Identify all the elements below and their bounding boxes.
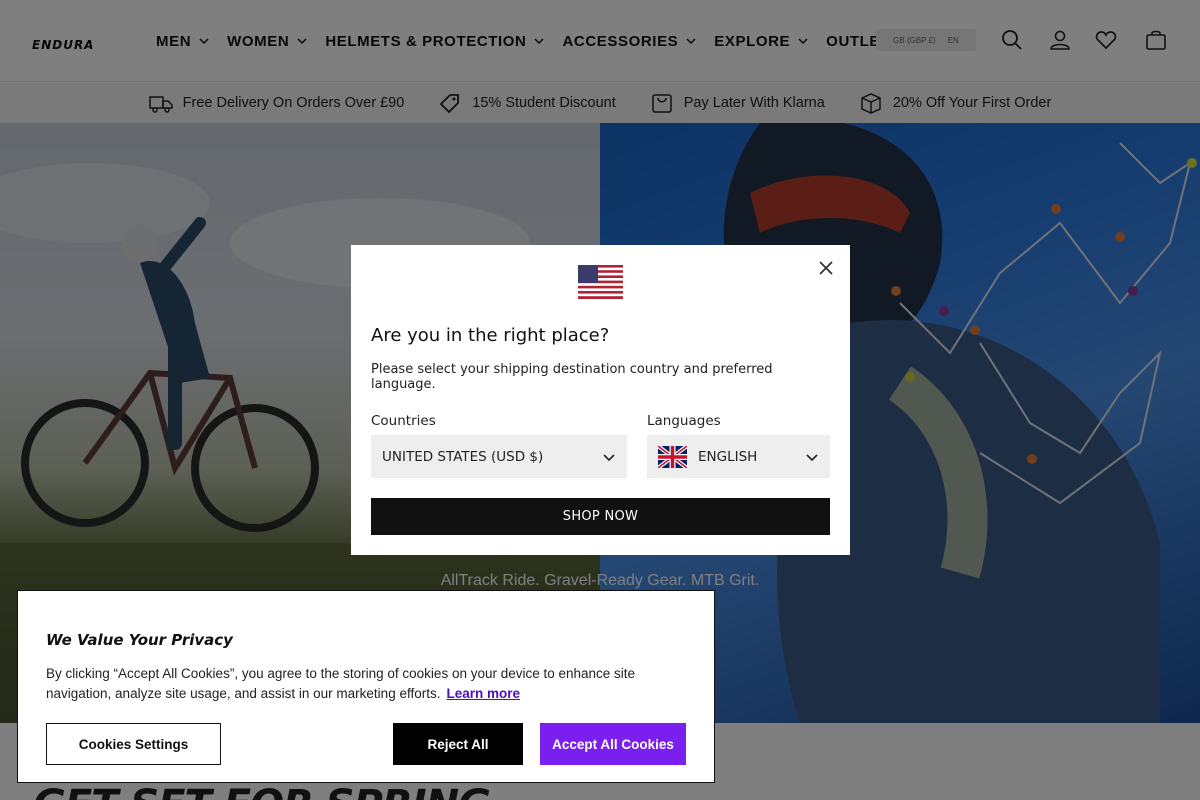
shop-now-button[interactable]: SHOP NOW (371, 498, 830, 535)
cookie-text: By clicking “Accept All Cookies”, you ag… (46, 666, 636, 701)
modal-description: Please select your shipping destination … (371, 362, 773, 392)
cookie-consent-banner: We Value Your Privacy By clicking “Accep… (17, 590, 715, 783)
uk-flag-icon (658, 445, 687, 468)
languages-label: Languages (647, 413, 721, 429)
page-headline: GET SET FOR SPRING (33, 782, 491, 800)
learn-more-link[interactable]: Learn more (446, 686, 520, 701)
cookies-settings-button[interactable]: Cookies Settings (46, 723, 221, 765)
modal-title: Are you in the right place? (371, 325, 610, 346)
reject-all-button[interactable]: Reject All (393, 723, 523, 765)
accept-all-cookies-button[interactable]: Accept All Cookies (540, 723, 686, 765)
country-select[interactable]: UNITED STATES (USD $) (371, 435, 627, 478)
countries-label: Countries (371, 413, 436, 429)
us-flag-icon (578, 265, 623, 299)
cookie-title: We Value Your Privacy (46, 631, 233, 649)
country-selector-modal: Are you in the right place? Please selec… (351, 245, 850, 555)
chevron-down-icon (806, 454, 818, 462)
close-icon[interactable] (817, 259, 835, 277)
chevron-down-icon (603, 454, 615, 462)
language-select[interactable]: ENGLISH (647, 435, 830, 478)
